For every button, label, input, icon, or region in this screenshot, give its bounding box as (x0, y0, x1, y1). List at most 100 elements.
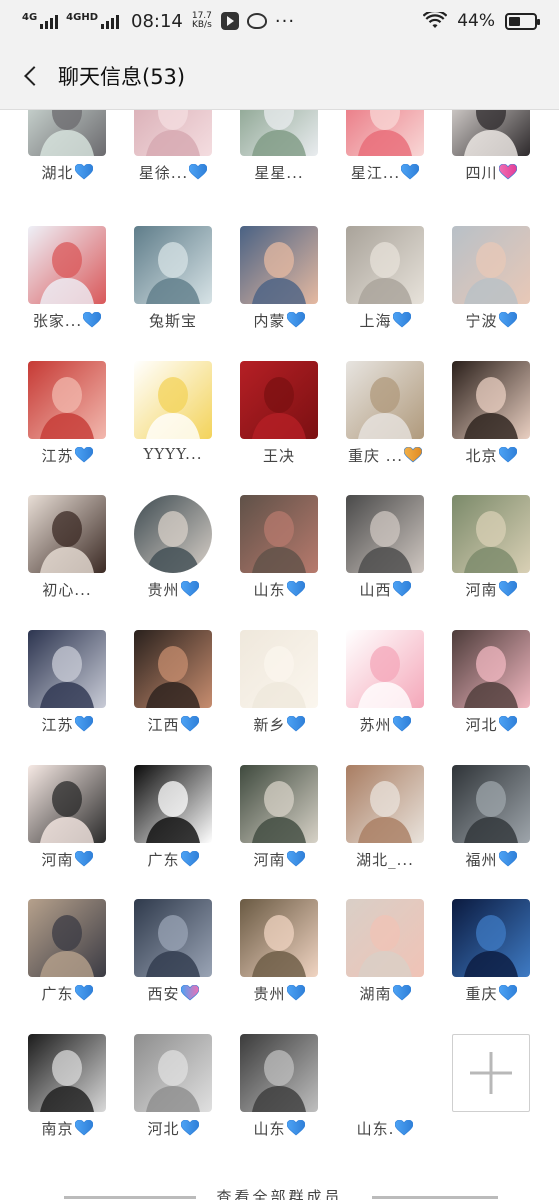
member-avatar[interactable] (346, 110, 424, 156)
member-avatar[interactable] (452, 361, 530, 439)
member-avatar[interactable] (134, 899, 212, 977)
member-item[interactable]: 重庆 (452, 899, 558, 1009)
member-item[interactable]: 四川 (452, 110, 558, 188)
member-avatar[interactable] (240, 226, 318, 304)
member-item[interactable]: 山东 (240, 1034, 346, 1144)
member-name-text: 河北 (465, 716, 498, 734)
member-avatar[interactable] (134, 495, 212, 573)
member-avatar[interactable] (240, 630, 318, 708)
member-avatar[interactable] (134, 110, 212, 156)
heart-emoji-icon (286, 716, 305, 734)
member-item[interactable]: 兔斯宝 (134, 226, 240, 336)
member-item[interactable]: 贵州 (134, 495, 240, 605)
member-avatar[interactable] (346, 630, 424, 708)
heart-emoji-icon (400, 164, 420, 182)
member-name-text: 张家... (32, 312, 83, 330)
member-item[interactable]: 新乡 (240, 630, 346, 740)
member-name-text: 兔斯宝 (148, 312, 197, 330)
member-item[interactable]: 王决 (240, 361, 346, 471)
member-avatar[interactable] (28, 899, 106, 977)
member-avatar[interactable] (28, 226, 106, 304)
member-item[interactable]: 山西 (346, 495, 452, 605)
member-item[interactable]: 河北 (452, 630, 558, 740)
member-avatar[interactable] (134, 361, 212, 439)
heart-emoji-icon (394, 1120, 414, 1138)
member-avatar[interactable] (134, 1034, 212, 1112)
member-item[interactable]: 星徐... (134, 110, 240, 188)
member-item[interactable]: 西安 (134, 899, 240, 1009)
member-avatar[interactable] (134, 765, 212, 843)
member-item[interactable]: 湖北 (28, 110, 134, 188)
member-avatar[interactable] (346, 765, 424, 843)
member-item[interactable]: 湖南 (346, 899, 452, 1009)
view-all-members-link[interactable]: 查看全部群成员 (0, 1186, 559, 1200)
member-avatar[interactable] (240, 1034, 318, 1112)
member-avatar[interactable] (28, 765, 106, 843)
member-avatar[interactable] (28, 110, 106, 156)
member-item[interactable]: 南京 (28, 1034, 134, 1144)
member-item[interactable]: 河南 (452, 495, 558, 605)
member-item[interactable]: YYYY... (134, 361, 240, 471)
heart-emoji-icon (180, 985, 199, 1003)
member-item[interactable]: 重庆 ... (346, 361, 452, 471)
member-item[interactable]: 上海 (346, 226, 452, 336)
member-avatar[interactable] (452, 899, 530, 977)
member-name: 山东 (226, 579, 332, 600)
member-avatar[interactable] (28, 1034, 106, 1112)
member-item[interactable]: 江苏 (28, 361, 134, 471)
member-item[interactable]: 星星... (240, 110, 346, 188)
member-avatar[interactable] (240, 361, 318, 439)
member-item[interactable]: 苏州 (346, 630, 452, 740)
member-avatar[interactable] (240, 899, 318, 977)
member-avatar[interactable] (452, 495, 530, 573)
member-item[interactable]: 北京 (452, 361, 558, 471)
member-item[interactable]: 湖北_... (346, 765, 452, 875)
member-item[interactable]: 广东 (134, 765, 240, 875)
member-item[interactable]: 内蒙 (240, 226, 346, 336)
heart-emoji-icon (392, 716, 411, 734)
member-item[interactable]: 宁波 (452, 226, 558, 336)
member-avatar[interactable] (346, 899, 424, 977)
member-avatar[interactable] (28, 630, 106, 708)
add-member-button[interactable] (452, 1034, 530, 1112)
member-item[interactable]: 河北 (134, 1034, 240, 1144)
member-item[interactable]: 福州 (452, 765, 558, 875)
member-avatar[interactable] (240, 495, 318, 573)
member-item[interactable]: 江西 (134, 630, 240, 740)
member-avatar[interactable] (134, 226, 212, 304)
member-item[interactable]: 广东 (28, 899, 134, 1009)
member-avatar[interactable] (134, 630, 212, 708)
heart-emoji-icon (392, 312, 411, 330)
member-item[interactable]: 河南 (28, 765, 134, 875)
heart-emoji-icon (392, 581, 411, 599)
member-avatar[interactable] (452, 110, 530, 156)
member-item[interactable]: 初心... (28, 495, 134, 605)
back-button[interactable] (6, 42, 56, 110)
member-avatar[interactable] (346, 361, 424, 439)
member-item[interactable]: 星江... (346, 110, 452, 188)
member-avatar[interactable] (346, 495, 424, 573)
member-name-text: 初心... (42, 581, 92, 599)
member-avatar[interactable] (28, 495, 106, 573)
member-name: 星徐... (120, 162, 226, 183)
heart-emoji-icon (498, 851, 517, 869)
member-item[interactable]: 张家... (28, 226, 134, 336)
member-name-text: 山东 (253, 1120, 286, 1138)
member-avatar[interactable] (240, 765, 318, 843)
member-avatar[interactable] (452, 765, 530, 843)
member-avatar[interactable] (346, 226, 424, 304)
member-avatar[interactable] (452, 226, 530, 304)
heart-emoji-icon (180, 1120, 199, 1138)
member-item[interactable]: 河南 (240, 765, 346, 875)
member-name-text: YYYY... (143, 445, 203, 463)
member-name-text: 江苏 (41, 447, 74, 465)
member-item[interactable]: 贵州 (240, 899, 346, 1009)
heart-emoji-icon (74, 985, 93, 1003)
member-item[interactable]: 山东. (346, 1034, 452, 1144)
heart-emoji-icon (74, 851, 93, 869)
member-item[interactable]: 山东 (240, 495, 346, 605)
member-avatar[interactable] (28, 361, 106, 439)
member-avatar[interactable] (452, 630, 530, 708)
member-item[interactable]: 江苏 (28, 630, 134, 740)
member-avatar[interactable] (240, 110, 318, 156)
